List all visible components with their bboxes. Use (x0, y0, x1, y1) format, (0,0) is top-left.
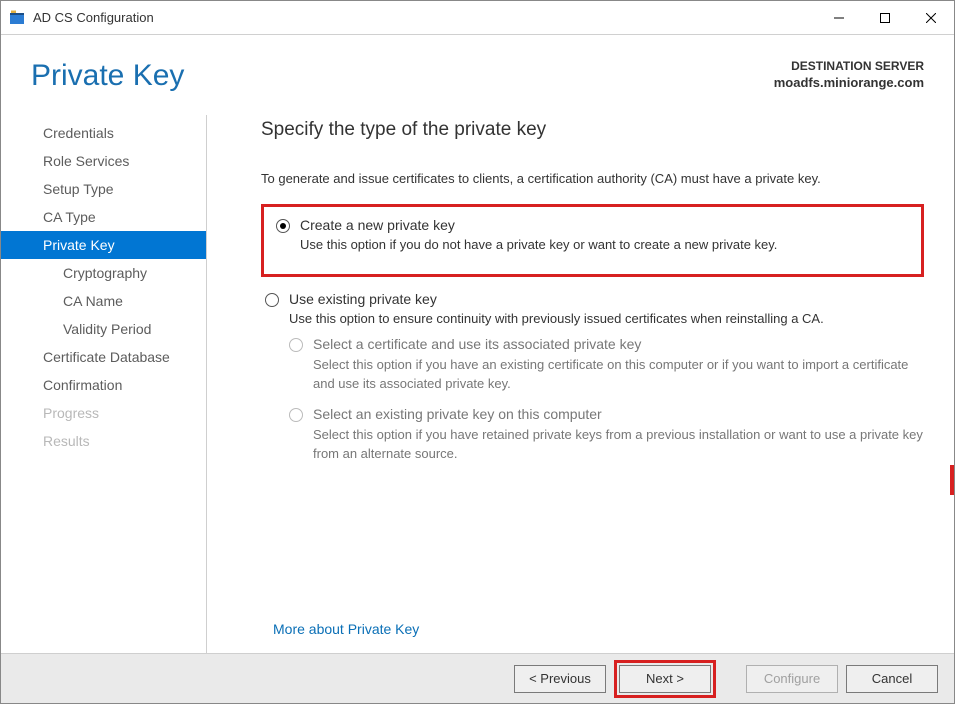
destination-label: DESTINATION SERVER (774, 59, 924, 73)
sidebar-item-results: Results (1, 427, 206, 455)
radio-existing-desc: Use this option to ensure continuity wit… (261, 311, 924, 326)
more-link[interactable]: More about Private Key (273, 621, 419, 637)
radio-select-key-desc: Select this option if you have retained … (285, 426, 924, 464)
cancel-button[interactable]: Cancel (846, 665, 938, 693)
sidebar-item-role-services[interactable]: Role Services (1, 147, 206, 175)
sub-options: Select a certificate and use its associa… (261, 336, 924, 463)
previous-button[interactable]: < Previous (514, 665, 606, 693)
radio-create-label: Create a new private key (300, 217, 455, 233)
annotation-tick (950, 465, 954, 495)
app-icon (9, 10, 25, 26)
body: Credentials Role Services Setup Type CA … (1, 109, 954, 657)
radio-existing-label: Use existing private key (289, 291, 437, 307)
radio-icon (276, 219, 290, 233)
radio-select-cert: Select a certificate and use its associa… (285, 336, 924, 352)
option-create-highlight: Create a new private key Use this option… (261, 204, 924, 277)
sidebar-item-credentials[interactable]: Credentials (1, 119, 206, 147)
radio-select-cert-label: Select a certificate and use its associa… (313, 336, 641, 352)
sidebar-item-confirmation[interactable]: Confirmation (1, 371, 206, 399)
radio-create-desc: Use this option if you do not have a pri… (272, 237, 913, 252)
content-heading: Specify the type of the private key (261, 119, 924, 141)
sidebar-item-cryptography[interactable]: Cryptography (1, 259, 206, 287)
sidebar-item-cert-db[interactable]: Certificate Database (1, 343, 206, 371)
header: Private Key DESTINATION SERVER moadfs.mi… (1, 35, 954, 109)
sidebar-item-progress: Progress (1, 399, 206, 427)
sidebar-item-ca-name[interactable]: CA Name (1, 287, 206, 315)
sidebar-item-validity-period[interactable]: Validity Period (1, 315, 206, 343)
close-button[interactable] (908, 1, 954, 35)
radio-select-key: Select an existing private key on this c… (285, 406, 924, 422)
content: Specify the type of the private key To g… (237, 115, 924, 657)
sidebar-item-private-key[interactable]: Private Key (1, 231, 206, 259)
destination-server: moadfs.miniorange.com (774, 75, 924, 90)
window-title: AD CS Configuration (33, 10, 816, 25)
next-button[interactable]: Next > (619, 665, 711, 693)
radio-icon (265, 293, 279, 307)
sidebar-item-ca-type[interactable]: CA Type (1, 203, 206, 231)
sidebar: Credentials Role Services Setup Type CA … (1, 115, 207, 657)
radio-use-existing[interactable]: Use existing private key (261, 291, 924, 307)
radio-icon (289, 408, 303, 422)
button-bar: < Previous Next > Configure Cancel (1, 653, 954, 703)
radio-icon (289, 338, 303, 352)
radio-select-cert-desc: Select this option if you have an existi… (285, 356, 924, 394)
titlebar: AD CS Configuration (1, 1, 954, 35)
configure-button: Configure (746, 665, 838, 693)
next-button-highlight: Next > (614, 660, 716, 698)
radio-select-key-label: Select an existing private key on this c… (313, 406, 602, 422)
content-intro: To generate and issue certificates to cl… (261, 171, 924, 186)
maximize-button[interactable] (862, 1, 908, 35)
minimize-button[interactable] (816, 1, 862, 35)
destination-block: DESTINATION SERVER moadfs.miniorange.com (774, 59, 924, 93)
radio-create-new[interactable]: Create a new private key (272, 217, 913, 233)
sidebar-item-setup-type[interactable]: Setup Type (1, 175, 206, 203)
page-title: Private Key (31, 59, 774, 93)
